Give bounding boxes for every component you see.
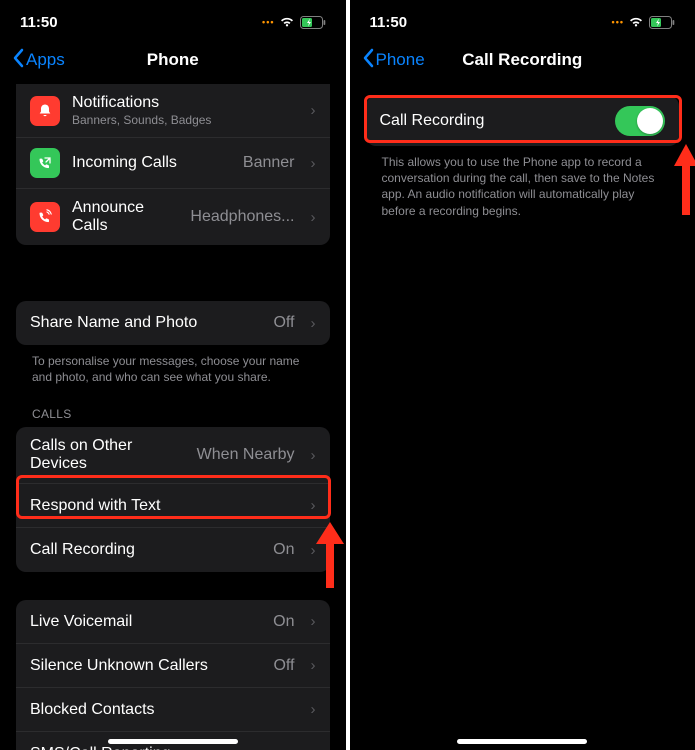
chevron-right-icon: ›: [311, 315, 316, 332]
battery-icon: [299, 16, 326, 29]
share-label: Share Name and Photo: [30, 314, 261, 332]
blocked-label: Blocked Contacts: [30, 701, 295, 719]
share-section: Share Name and Photo Off › To personalis…: [16, 301, 330, 385]
incoming-calls-icon: [30, 148, 60, 178]
calls-other-devices-cell[interactable]: Calls on Other Devices When Nearby ›: [16, 427, 330, 484]
recording-footer: This allows you to use the Phone app to …: [366, 146, 680, 219]
status-bar: 11:50 •••: [0, 0, 346, 40]
page-title: Call Recording: [462, 50, 582, 70]
back-button[interactable]: Phone: [362, 48, 425, 73]
silence-value: Off: [273, 657, 294, 675]
other-devices-value: When Nearby: [197, 446, 295, 464]
back-button[interactable]: Apps: [12, 48, 65, 73]
announce-calls-cell[interactable]: Announce Calls Headphones... ›: [16, 189, 330, 245]
voicemail-section: Live Voicemail On › Silence Unknown Call…: [16, 600, 330, 750]
chevron-right-icon: ›: [311, 155, 316, 172]
call-recording-toggle[interactable]: [615, 106, 665, 136]
page-title: Phone: [147, 50, 199, 70]
call-recording-toggle-cell[interactable]: Call Recording: [366, 96, 680, 146]
chevron-right-icon: ›: [311, 701, 316, 718]
battery-icon: [648, 16, 675, 29]
chevron-right-icon: ›: [311, 657, 316, 674]
respond-with-text-cell[interactable]: Respond with Text ›: [16, 484, 330, 528]
chevron-right-icon: ›: [311, 542, 316, 559]
voicemail-value: On: [273, 613, 294, 631]
home-indicator[interactable]: [108, 739, 238, 744]
call-recording-value: On: [273, 541, 294, 559]
respond-label: Respond with Text: [30, 497, 295, 515]
announce-calls-value: Headphones...: [190, 208, 294, 226]
sms-label: SMS/Call Reporting: [30, 745, 295, 750]
wifi-icon: [628, 16, 644, 28]
status-bar: 11:50 •••: [350, 0, 695, 40]
call-recording-cell[interactable]: Call Recording On ›: [16, 528, 330, 572]
settings-group-alerts: Notifications Banners, Sounds, Badges › …: [16, 84, 330, 245]
right-screen: 11:50 ••• Phone Call Recording Call Reco…: [350, 0, 695, 750]
home-indicator[interactable]: [457, 739, 587, 744]
blocked-contacts-cell[interactable]: Blocked Contacts ›: [16, 688, 330, 732]
notifications-label: Notifications Banners, Sounds, Badges: [72, 94, 295, 127]
back-label: Phone: [376, 50, 425, 70]
left-screen: 11:50 ••• Apps Phone Notifications Banne…: [0, 0, 346, 750]
nav-bar: Phone Call Recording: [350, 40, 695, 84]
incoming-calls-label: Incoming Calls: [72, 154, 231, 172]
toggle-knob: [637, 108, 663, 134]
chevron-right-icon: ›: [311, 447, 316, 464]
incoming-calls-value: Banner: [243, 154, 295, 172]
voicemail-label: Live Voicemail: [30, 613, 261, 631]
wifi-icon: [279, 16, 295, 28]
status-time: 11:50: [20, 14, 58, 31]
recording-section: Call Recording This allows you to use th…: [366, 96, 680, 219]
chevron-right-icon: ›: [311, 613, 316, 630]
status-time: 11:50: [370, 14, 408, 31]
silence-unknown-cell[interactable]: Silence Unknown Callers Off ›: [16, 644, 330, 688]
recording-dots-icon: •••: [262, 17, 274, 27]
notifications-icon: [30, 96, 60, 126]
back-label: Apps: [26, 50, 65, 70]
incoming-calls-cell[interactable]: Incoming Calls Banner ›: [16, 138, 330, 189]
chevron-left-icon: [12, 48, 24, 73]
chevron-right-icon: ›: [311, 746, 316, 750]
recording-dots-icon: •••: [612, 17, 624, 27]
nav-bar: Apps Phone: [0, 40, 346, 84]
announce-calls-icon: [30, 202, 60, 232]
calls-header: CALLS: [16, 407, 330, 427]
live-voicemail-cell[interactable]: Live Voicemail On ›: [16, 600, 330, 644]
share-value: Off: [273, 314, 294, 332]
status-icons: •••: [262, 16, 325, 29]
silence-label: Silence Unknown Callers: [30, 657, 261, 675]
chevron-right-icon: ›: [311, 209, 316, 226]
notifications-cell[interactable]: Notifications Banners, Sounds, Badges ›: [16, 84, 330, 138]
share-name-photo-cell[interactable]: Share Name and Photo Off ›: [16, 301, 330, 345]
calls-section: CALLS Calls on Other Devices When Nearby…: [16, 407, 330, 572]
status-icons: •••: [612, 16, 675, 29]
other-devices-label: Calls on Other Devices: [30, 437, 185, 473]
announce-calls-label: Announce Calls: [72, 199, 178, 235]
chevron-right-icon: ›: [311, 497, 316, 514]
call-recording-label: Call Recording: [30, 541, 261, 559]
chevron-right-icon: ›: [311, 102, 316, 119]
share-footer: To personalise your messages, choose you…: [16, 345, 330, 385]
chevron-left-icon: [362, 48, 374, 73]
toggle-label: Call Recording: [380, 112, 604, 130]
